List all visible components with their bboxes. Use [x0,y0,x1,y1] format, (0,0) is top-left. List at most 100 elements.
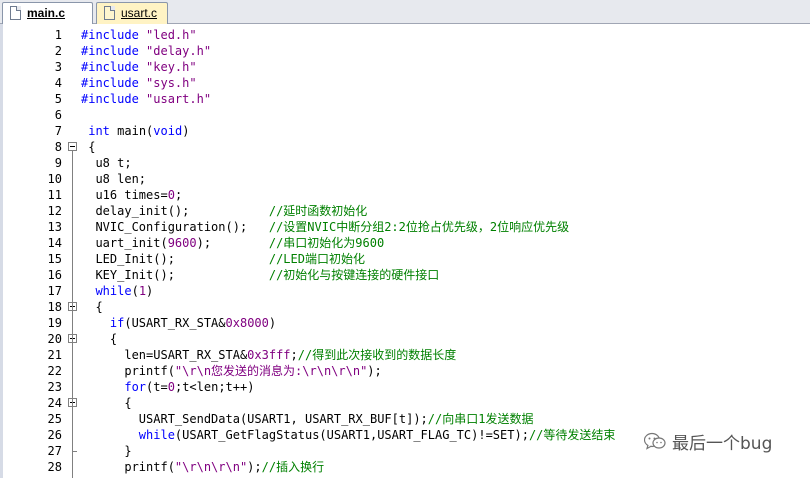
tab-usart-c[interactable]: usart.c [96,2,168,24]
code-token: 0x3fff [247,348,291,362]
code-token: ) [182,124,190,138]
code-line[interactable]: 6 [0,107,810,123]
line-number: 12 [47,204,62,218]
code-token: int [88,124,110,138]
code-text: int main(void) [81,123,189,139]
code-token: //LED端口初始化 [268,252,365,266]
code-text: { [81,395,132,411]
line-number: 18 [47,300,62,314]
code-line[interactable]: 25 USART_SendData(USART1, USART_RX_BUF[t… [0,411,810,427]
code-line[interactable]: 1 #include "led.h" [0,27,810,43]
code-token: ) [146,284,154,298]
code-token: if [109,316,125,330]
code-line[interactable]: 11 u16 times=0; [0,187,810,203]
code-line[interactable]: 22 printf("\r\n您发送的消息为:\r\n\r\n"); [0,363,810,379]
code-line[interactable]: 13 NVIC_Configuration(); //设置NVIC中断分组2:2… [0,219,810,235]
code-text: { [81,331,117,347]
code-token: u8 len; [81,172,147,186]
code-token: "usart.h" [146,92,212,106]
line-number: 22 [47,364,62,378]
code-token: void [153,124,183,138]
code-token: ); [247,460,262,474]
code-line[interactable]: 17 while(1) [0,283,810,299]
line-number: 19 [47,316,62,330]
code-line[interactable]: 10 u8 len; [0,171,810,187]
code-token: printf( [81,364,175,378]
code-text: u16 times=0; [81,187,182,203]
code-token: #include [81,60,147,74]
chat-bubbles-icon [643,432,666,450]
line-number: 14 [47,236,62,250]
code-line[interactable]: 24 { [0,395,810,411]
code-token: USART_SendData(USART1, USART_RX_BUF[t]); [81,412,428,426]
code-token: { [81,300,103,314]
code-text: #include "led.h" [81,27,197,43]
code-token: ; [174,188,183,202]
code-token: 0 [167,188,175,202]
code-token: ; [290,348,298,362]
code-text: u8 len; [81,171,146,187]
tab-label: usart.c [121,6,158,20]
code-text: delay_init(); //延时函数初始化 [81,203,367,219]
code-line[interactable]: 28 printf("\r\n\r\n");//插入换行 [0,459,810,475]
code-line[interactable]: 7 int main(void) [0,123,810,139]
code-token: 9600 [167,236,197,250]
line-number: 8 [54,140,62,154]
code-line[interactable]: 16 KEY_Init(); //初始化与按键连接的硬件接口 [0,267,810,283]
code-line[interactable]: 15 LED_Init(); //LED端口初始化 [0,251,810,267]
code-line[interactable]: 9 u8 t; [0,155,810,171]
line-number: 7 [54,124,62,138]
code-token: //串口初始化为9600 [268,236,385,250]
code-token: #include [81,44,147,58]
code-token: { [81,140,96,154]
code-text: #include "usart.h" [81,91,211,107]
code-token: (USART_GetFlagStatus(USART1,USART_FLAG_T… [174,428,529,442]
code-line[interactable]: 4 #include "sys.h" [0,75,810,91]
code-line[interactable]: 18 { [0,299,810,315]
code-token: ( [131,284,139,298]
code-text: #include "sys.h" [81,75,197,91]
code-token: while [95,284,132,298]
code-token: "sys.h" [146,76,197,90]
code-line[interactable]: 19 if(USART_RX_STA&0x8000) [0,315,810,331]
code-text: #include "key.h" [81,59,197,75]
line-number: 1 [54,28,62,42]
code-token: } [81,444,132,458]
code-text: } [81,443,132,459]
code-token: //初始化与按键连接的硬件接口 [268,268,440,282]
code-text: #include "delay.h" [81,43,211,59]
code-token: for [124,380,147,394]
line-number: 23 [47,380,62,394]
code-token: (t= [146,380,168,394]
line-number: 17 [47,284,62,298]
fold-toggle-icon[interactable] [68,142,77,151]
code-token: main( [109,124,154,138]
code-line[interactable]: 21 len=USART_RX_STA&0x3fff;//得到此次接收到的数据长… [0,347,810,363]
code-token: "key.h" [146,60,197,74]
code-text: { [81,299,103,315]
code-token: delay_init(); [81,204,269,218]
code-token: 0x8000 [225,316,269,330]
code-token: ;t<len;t++) [174,380,255,394]
code-line[interactable]: 12 delay_init(); //延时函数初始化 [0,203,810,219]
line-number: 28 [47,460,62,474]
code-line[interactable]: 23 for(t=0;t<len;t++) [0,379,810,395]
line-number: 3 [54,60,62,74]
tab-main-c[interactable]: main.c [2,2,93,24]
code-token: { [81,396,132,410]
code-line[interactable]: 5 #include "usart.h" [0,91,810,107]
code-text: len=USART_RX_STA&0x3fff;//得到此次接收到的数据长度 [81,347,456,363]
code-token: #include [81,28,147,42]
code-line[interactable]: 3 #include "key.h" [0,59,810,75]
code-line[interactable]: 14 uart_init(9600); //串口初始化为9600 [0,235,810,251]
code-line[interactable]: 20 { [0,331,810,347]
code-token: ) [268,316,277,330]
code-token: "\r\n\r\n" [174,460,248,474]
code-line[interactable]: 2 #include "delay.h" [0,43,810,59]
code-line[interactable]: 8 { [0,139,810,155]
code-token: //得到此次接收到的数据长度 [297,348,457,362]
code-editor[interactable]: 1 #include "led.h" 2 #include "delay.h" 3 #in… [0,24,810,478]
